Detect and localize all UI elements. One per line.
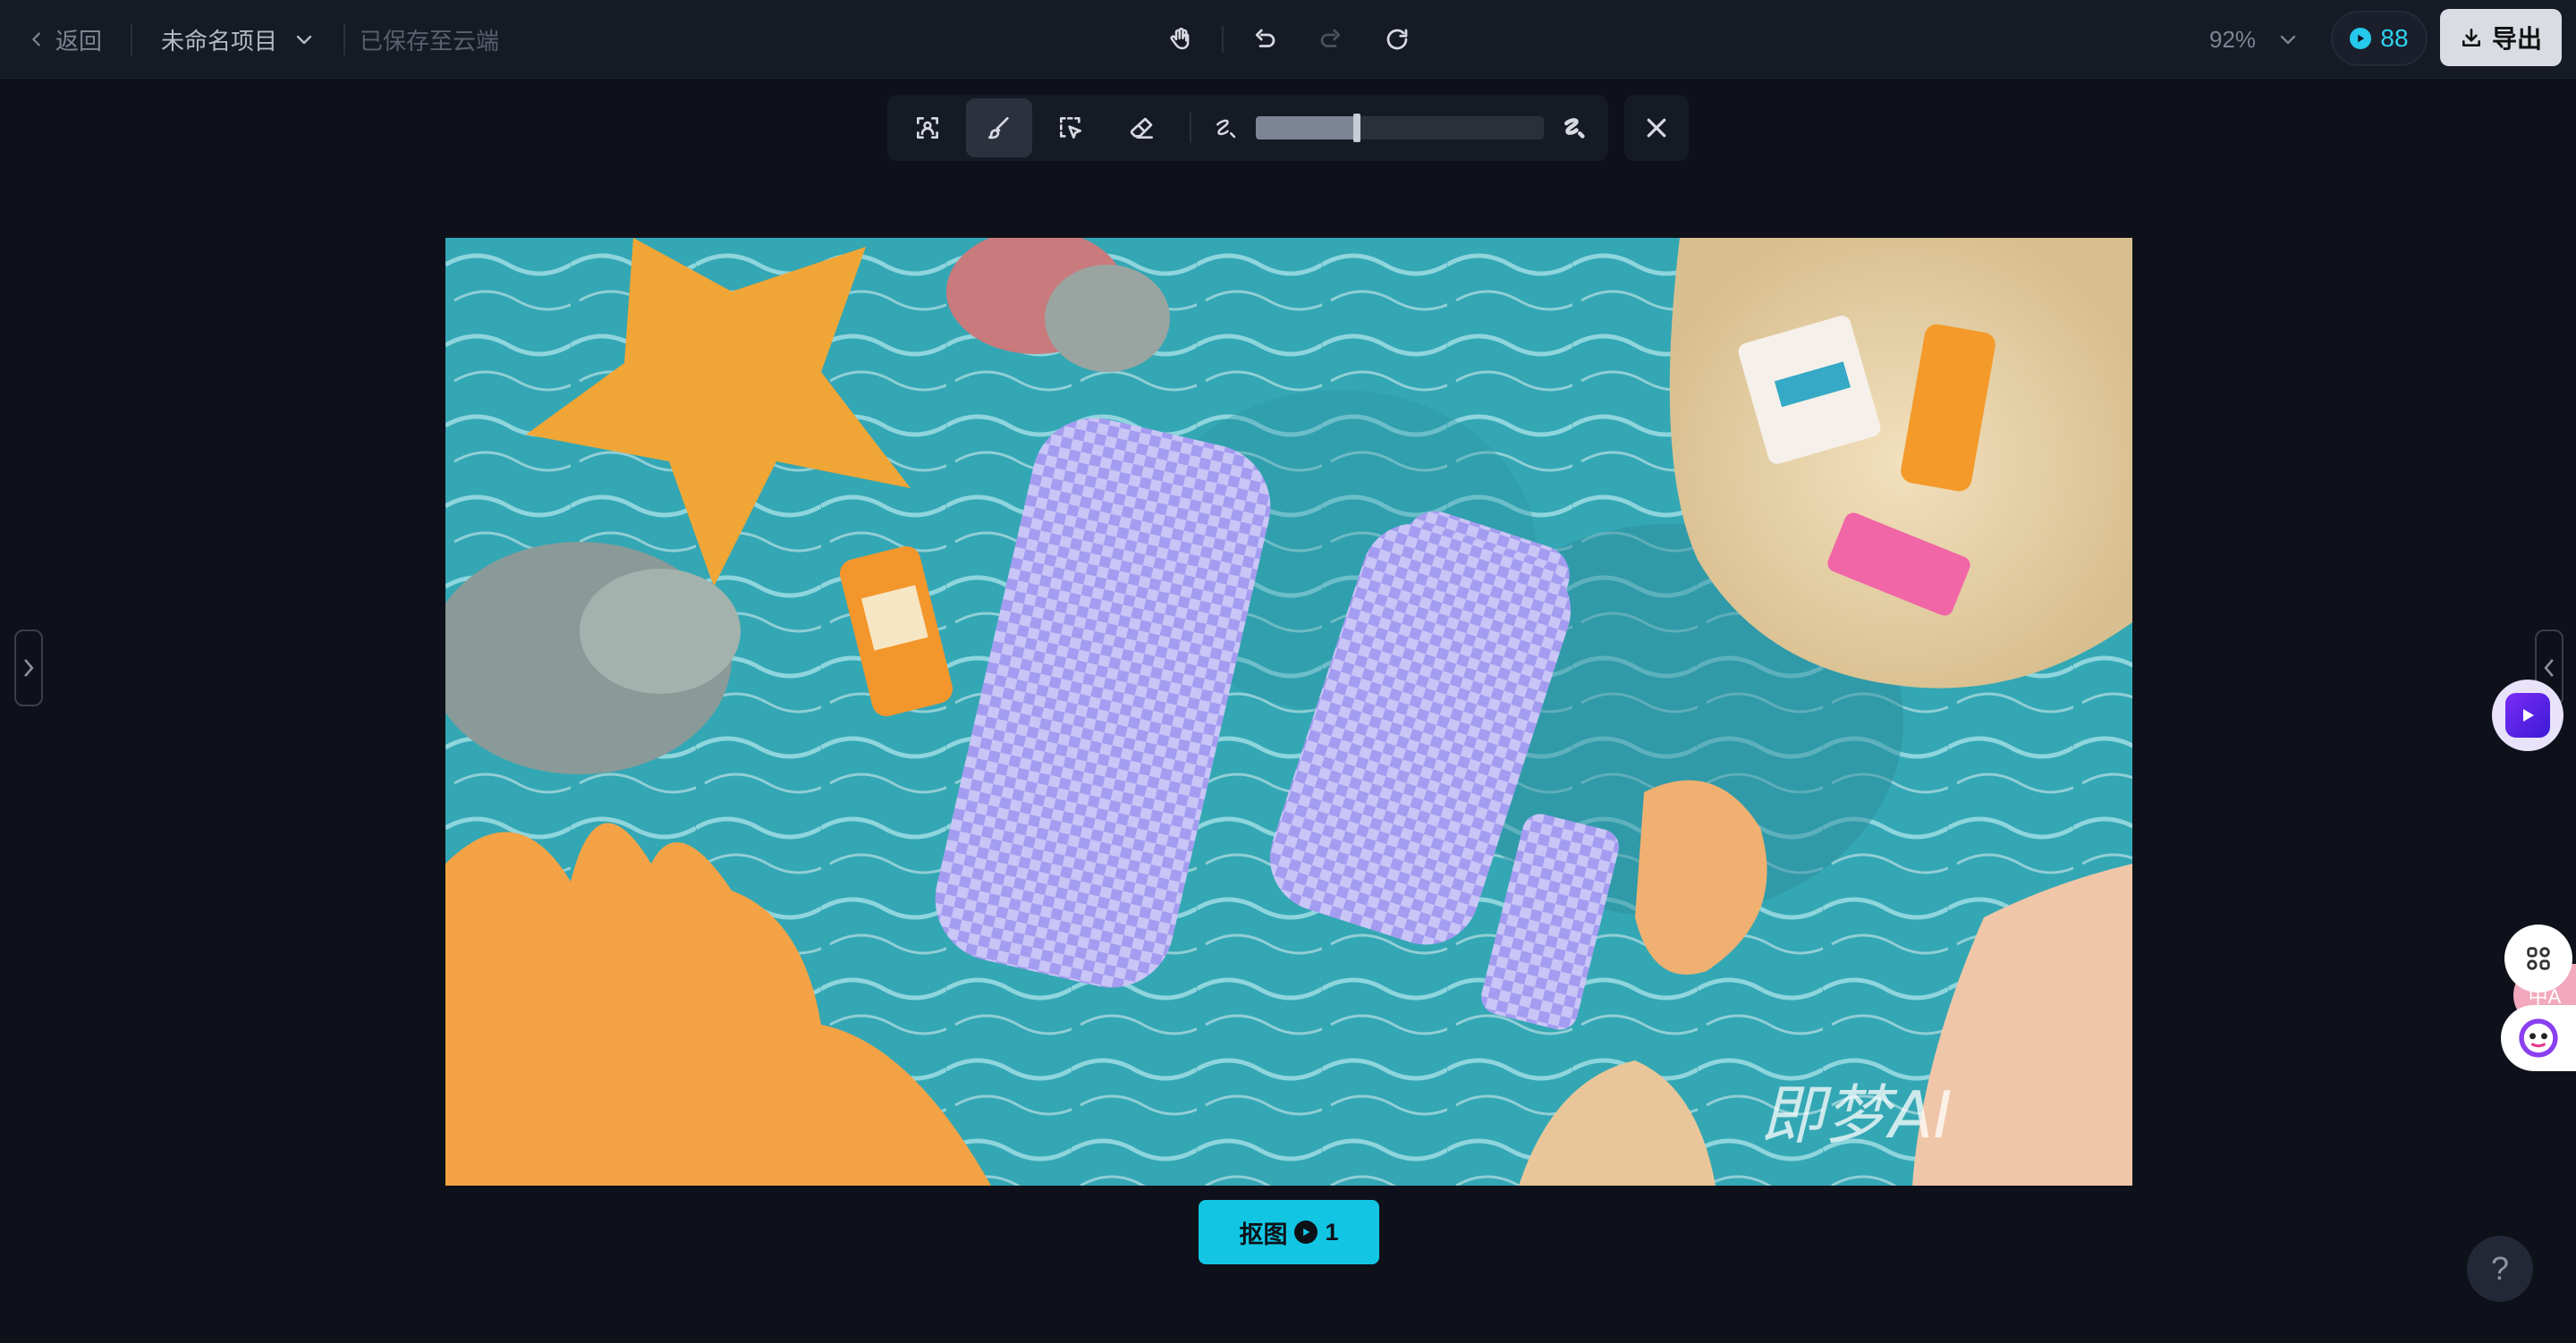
cutout-cost: 1 — [1325, 1218, 1339, 1246]
product-photo: 即梦AI — [445, 238, 2132, 1186]
cutout-label: 抠图 — [1239, 1221, 1288, 1248]
help-label: ? — [2490, 1250, 2510, 1287]
brush-size-slider[interactable] — [1256, 114, 1544, 142]
watermark-text: 即梦AI — [1760, 1077, 1953, 1153]
brush-small-icon — [1216, 119, 1236, 139]
slider-thumb[interactable] — [1353, 114, 1360, 142]
project-name: 未命名项目 — [161, 27, 278, 55]
hand-tool-button[interactable] — [1159, 18, 1202, 61]
divider — [1190, 113, 1191, 143]
editor-app: 返回 未命名项目 已保存至云端 92% 88 导出 即梦AI 抠图 1 中A ? — [0, 0, 2576, 1343]
credits-count: 88 — [2380, 24, 2409, 52]
brush-tool-button[interactable] — [966, 98, 1032, 157]
save-status: 已保存至云端 — [360, 27, 500, 55]
chevron-left-icon — [32, 32, 40, 46]
back-label: 返回 — [55, 27, 103, 55]
mask-toolbar — [887, 95, 1608, 161]
video-assistant-button[interactable] — [2492, 680, 2563, 751]
history-tools — [1159, 18, 1419, 61]
chevron-down-icon — [2280, 35, 2296, 45]
smart-select-icon — [1060, 117, 1081, 139]
credit-icon — [1294, 1221, 1318, 1244]
zoom-dropdown[interactable]: 92% — [2209, 20, 2299, 59]
subject-select-button[interactable] — [894, 98, 961, 157]
export-label: 导出 — [2491, 25, 2542, 53]
project-name-dropdown[interactable]: 未命名项目 — [161, 20, 315, 59]
help-button[interactable]: ? — [2467, 1236, 2533, 1302]
credit-icon — [2350, 28, 2372, 49]
hand-icon — [1170, 27, 1190, 50]
chevron-down-icon — [296, 35, 312, 45]
close-icon — [1647, 118, 1666, 138]
chevron-right-icon — [24, 659, 34, 677]
brush-size-large[interactable] — [1556, 110, 1592, 146]
divider — [343, 23, 345, 55]
top-bar: 返回 未命名项目 已保存至云端 92% 88 导出 — [0, 0, 2576, 79]
smart-select-button[interactable] — [1038, 98, 1104, 157]
divider — [1222, 26, 1224, 53]
brush-icon — [988, 117, 1009, 139]
credits-badge[interactable]: 88 — [2331, 11, 2428, 66]
undo-button[interactable] — [1243, 18, 1286, 61]
refresh-button[interactable] — [1376, 18, 1419, 61]
zoom-level: 92% — [2209, 25, 2257, 53]
brush-size-small[interactable] — [1208, 110, 1243, 146]
ai-assistant-button[interactable] — [2501, 1005, 2576, 1071]
refresh-icon — [1386, 29, 1408, 50]
export-button[interactable]: 导出 — [2440, 9, 2562, 66]
eraser-button[interactable] — [1109, 98, 1175, 157]
redo-button[interactable] — [1309, 18, 1352, 61]
undo-icon — [1255, 29, 1275, 47]
download-icon — [2462, 29, 2480, 46]
close-mask-button[interactable] — [1624, 95, 1689, 161]
redo-icon — [1320, 29, 1341, 47]
chevron-left-icon — [2544, 659, 2554, 677]
brush-large-icon — [1564, 118, 1585, 139]
eraser-icon — [1130, 117, 1153, 139]
video-icon — [2523, 709, 2534, 722]
divider — [131, 23, 132, 55]
apps-button[interactable] — [2504, 925, 2572, 992]
cutout-button[interactable]: 抠图 1 — [1199, 1200, 1379, 1264]
back-button[interactable]: 返回 — [27, 20, 102, 59]
bot-icon — [2519, 1018, 2558, 1058]
slider-fill — [1256, 116, 1357, 139]
person-select-icon — [917, 117, 938, 139]
left-panel-toggle[interactable] — [14, 629, 43, 706]
apps-icon — [2527, 947, 2550, 970]
image-canvas[interactable]: 即梦AI — [445, 238, 2132, 1186]
